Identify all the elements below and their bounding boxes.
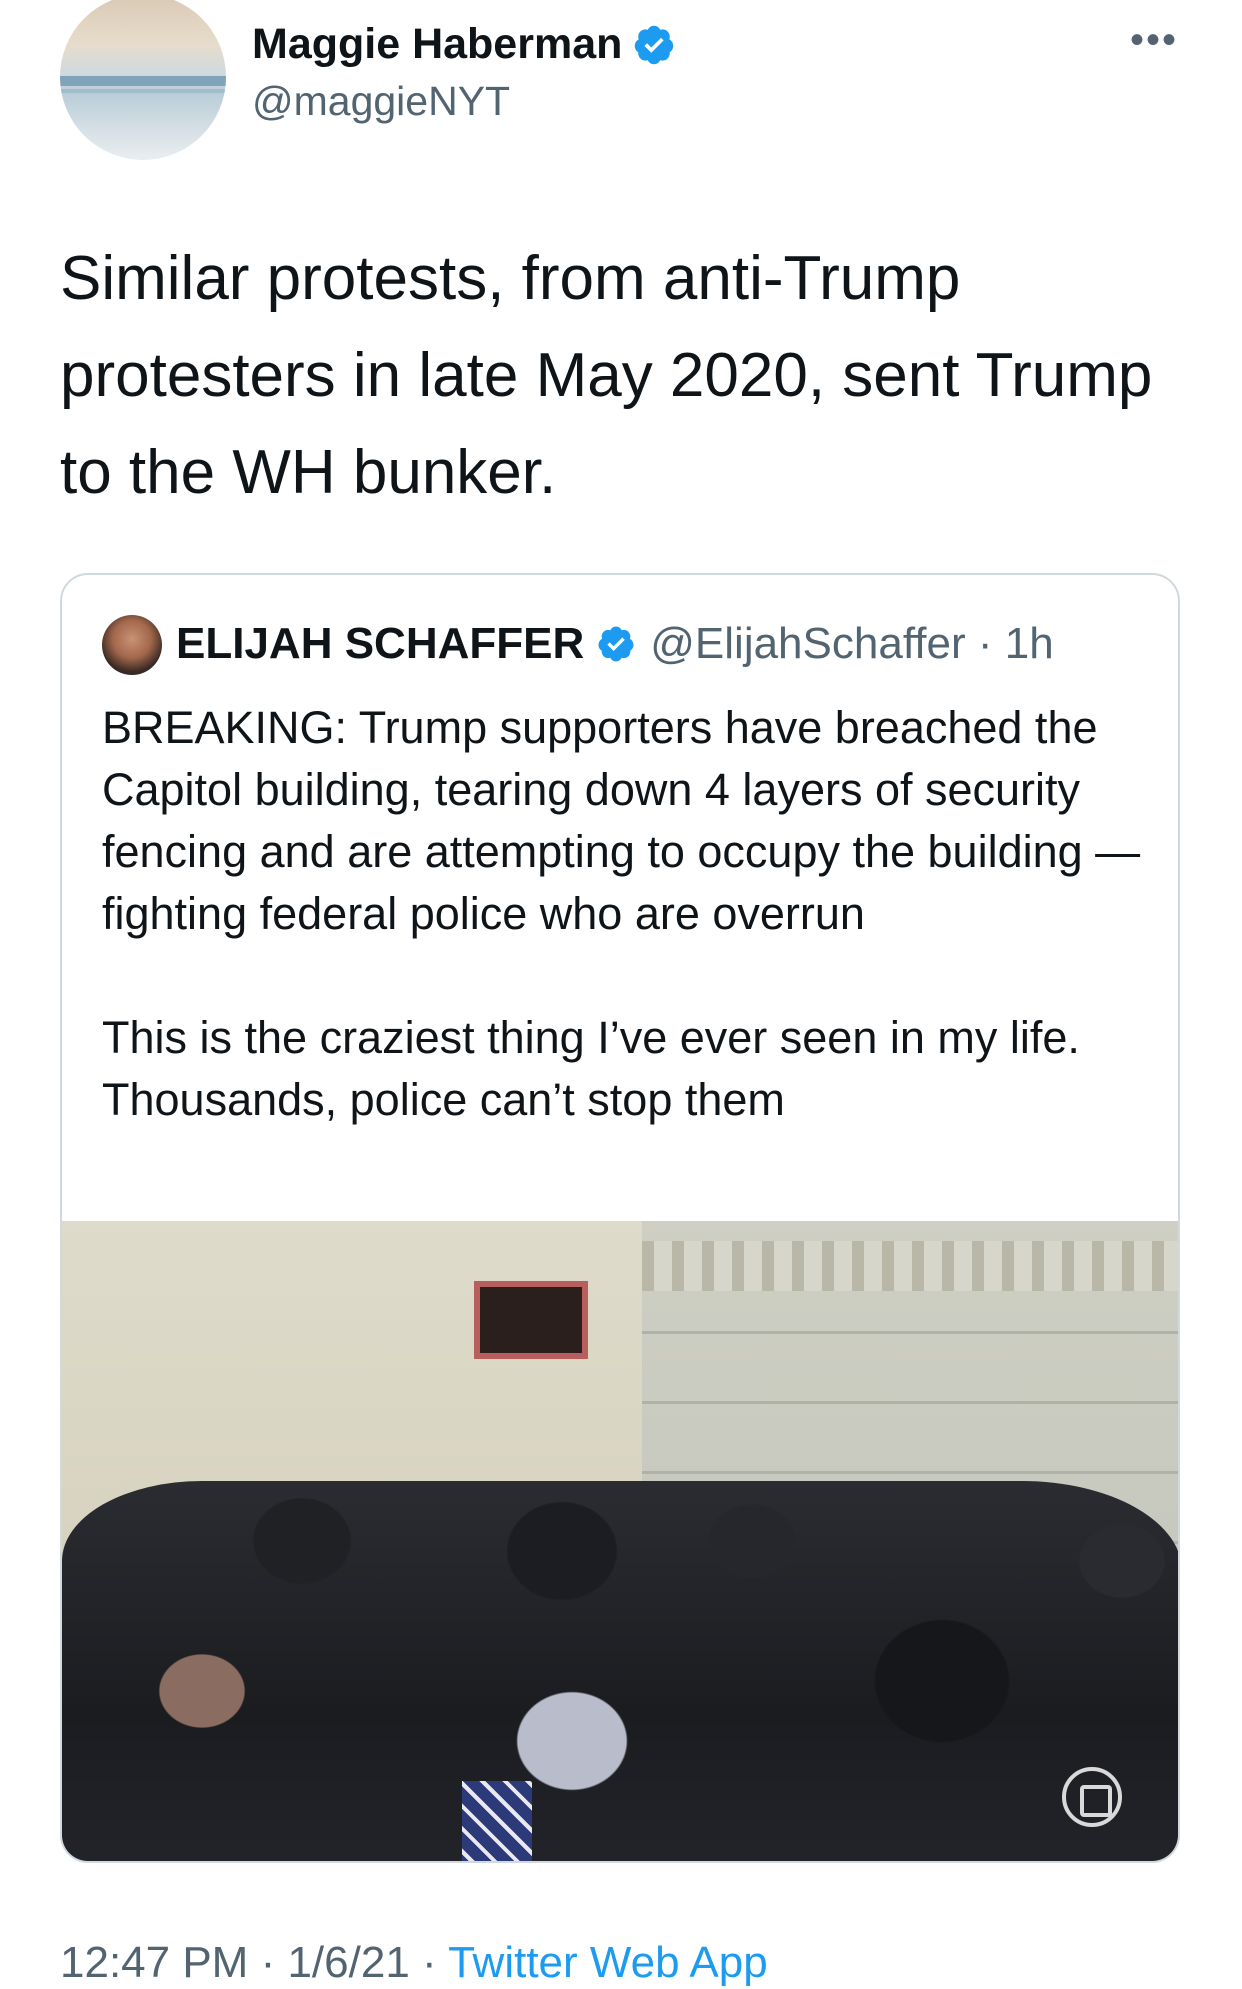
- flag: [462, 1781, 532, 1861]
- quoted-author-avatar: [102, 615, 162, 675]
- quoted-time: 1h: [1004, 619, 1054, 668]
- quoted-separator: [966, 619, 978, 669]
- wall-seam: [642, 1331, 1178, 1334]
- avatar-horizon-line: [60, 89, 226, 93]
- quoted-dot: ·: [977, 619, 993, 668]
- meta-separator: ·: [248, 1938, 288, 1987]
- quoted-space: [993, 619, 1005, 669]
- author-name[interactable]: Maggie Haberman: [252, 20, 622, 69]
- tweet-meta: 12:47 PM · 1/6/21 · Twitter Web App: [60, 1938, 768, 1988]
- quoted-author-handle: @ElijahSchaffer: [650, 619, 966, 668]
- verified-badge-icon: [635, 25, 674, 64]
- quoted-author-name: ELIJAH SCHAFFER: [176, 619, 585, 668]
- author-handle[interactable]: @maggieNYT: [252, 78, 510, 125]
- capitol-balustrade: [642, 1241, 1178, 1291]
- tweet-date: 1/6/21: [287, 1938, 410, 1987]
- quoted-tweet-card[interactable]: ELIJAH SCHAFFER @ElijahSchaffer · 1h BRE…: [60, 573, 1180, 1863]
- tweet-text: Similar protests, from anti-Trump protes…: [60, 244, 1153, 507]
- avatar-horizon: [60, 76, 226, 86]
- source-app-link[interactable]: Twitter Web App: [448, 1938, 768, 1987]
- wall-seam: [642, 1471, 1178, 1474]
- crowd: [62, 1481, 1178, 1861]
- quoted-tweet-header: ELIJAH SCHAFFER @ElijahSchaffer · 1h: [176, 619, 1054, 669]
- quoted-tweet-text: BREAKING: Trump supporters have breached…: [102, 702, 1141, 1125]
- tweet-time: 12:47 PM: [60, 1938, 249, 1987]
- quoted-tweet-media[interactable]: [62, 1221, 1178, 1861]
- verified-badge-icon: [598, 626, 634, 662]
- video-watermark-icon: [1062, 1767, 1122, 1827]
- author-name-row[interactable]: Maggie Haberman: [252, 20, 676, 69]
- author-avatar[interactable]: [60, 0, 226, 160]
- more-options-icon[interactable]: •••: [1130, 18, 1178, 63]
- building-window: [474, 1281, 588, 1359]
- wall-seam: [642, 1401, 1178, 1404]
- meta-separator: ·: [409, 1938, 449, 1987]
